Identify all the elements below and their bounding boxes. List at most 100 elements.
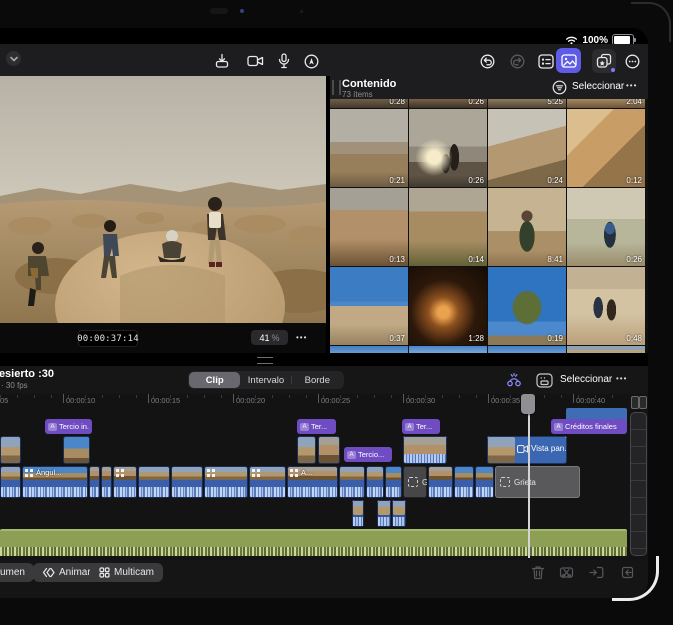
primary-storyline-clip[interactable]: G... [403, 466, 427, 498]
primary-storyline-clip[interactable] [204, 466, 248, 498]
tab-clip[interactable]: Clip [189, 372, 241, 388]
media-thumbnail[interactable]: 0:14 [409, 188, 487, 266]
undo-icon[interactable] [477, 51, 497, 71]
media-thumbnail[interactable]: 0:19 [488, 267, 566, 345]
trash-icon[interactable] [528, 562, 548, 582]
filter-icon[interactable] [552, 80, 567, 95]
insert-icon[interactable] [586, 562, 606, 582]
primary-storyline-clip[interactable] [138, 466, 170, 498]
connected-clip-below[interactable] [352, 500, 364, 527]
media-thumbnail[interactable] [409, 346, 487, 353]
media-thumbnail[interactable]: 8:41 [488, 188, 566, 266]
track-zoom-pill[interactable] [631, 396, 639, 409]
primary-storyline-clip[interactable] [385, 466, 402, 498]
media-thumbnail[interactable]: 0:48 [567, 267, 645, 345]
title-clip[interactable]: A Tercio... [344, 447, 392, 462]
track-overview[interactable] [630, 412, 647, 556]
thumbnail-duration: 2:04 [626, 99, 642, 106]
chevron-down-icon[interactable] [6, 51, 21, 66]
connections-icon[interactable] [505, 371, 523, 389]
primary-storyline-clip[interactable]: Grieta [495, 466, 580, 498]
video-viewer[interactable]: 00:00:37:14 41 % ••• [0, 76, 326, 353]
import-icon[interactable] [212, 51, 232, 71]
clip-thumbnail-strip [1, 467, 20, 480]
tab-borde[interactable]: Borde [290, 372, 343, 388]
primary-storyline-clip[interactable] [171, 466, 203, 498]
overlay-icon[interactable] [535, 371, 553, 389]
connected-clip-below[interactable] [392, 500, 406, 527]
primary-storyline-clip[interactable] [428, 466, 453, 498]
browser-more-icon[interactable]: ••• [626, 81, 637, 90]
connected-clip[interactable] [297, 436, 316, 464]
media-thumbnail[interactable]: 0:13 [330, 188, 408, 266]
connected-clip[interactable] [318, 436, 340, 464]
primary-storyline-clip[interactable] [0, 466, 21, 498]
more-icon[interactable] [622, 51, 642, 71]
media-browser-icon[interactable] [556, 48, 581, 73]
media-thumbnail[interactable]: 2:04 [567, 99, 645, 108]
primary-storyline-clip[interactable] [89, 466, 100, 498]
volume-button[interactable]: Volumen [0, 563, 34, 582]
camera-icon[interactable] [245, 51, 265, 71]
multicam-button[interactable]: Multicam [90, 563, 164, 582]
media-thumbnail[interactable]: 0:21 [330, 109, 408, 187]
clip-thumbnail-strip [102, 467, 111, 480]
timeline-area[interactable]: 05 00:00:10 00:00:15 00:00:20 00:00:25 00:00:… [0, 394, 648, 560]
primary-storyline-clip[interactable] [101, 466, 112, 498]
primary-storyline-clip[interactable] [113, 466, 137, 498]
media-thumbnail[interactable]: 0:12 [567, 109, 645, 187]
media-thumbnail[interactable] [567, 346, 645, 353]
viewer-more-icon[interactable]: ••• [296, 330, 307, 345]
media-thumbnail[interactable]: 1:28 [409, 267, 487, 345]
divider-drag-handle[interactable] [257, 357, 273, 364]
title-clip[interactable]: A Créditos finales [551, 419, 627, 434]
browser-item-count: 73 ítems [342, 90, 373, 99]
browser-select-button[interactable]: Seleccionar [572, 81, 624, 92]
title-badge-icon: A [347, 450, 356, 459]
media-thumbnail[interactable]: 0:24 [488, 109, 566, 187]
timeline-track-scroller[interactable] [630, 396, 647, 556]
primary-storyline-clip[interactable] [475, 466, 494, 498]
edit-mode-segmented-control: Clip Intervalo Borde [188, 371, 344, 389]
effects-icon[interactable] [592, 49, 616, 73]
clip-waveform [172, 487, 202, 497]
media-thumbnail[interactable]: 0:37 [330, 267, 408, 345]
connected-clip[interactable] [0, 436, 21, 464]
inspector-icon[interactable] [536, 51, 556, 71]
music-audio-clip[interactable] [0, 529, 627, 556]
redo-icon[interactable] [507, 51, 527, 71]
browser-header: Contenido 73 ítems Seleccionar ••• [330, 76, 648, 99]
panel-grip-icon[interactable] [332, 80, 341, 95]
media-thumbnail[interactable]: 0:28 [330, 99, 408, 108]
connected-clip-below[interactable] [377, 500, 391, 527]
primary-storyline-clip[interactable]: A... [287, 466, 338, 498]
clip-waveform [1, 487, 20, 497]
title-clip[interactable]: A Ter... [402, 419, 440, 434]
media-thumbnail[interactable]: 0:26 [409, 99, 487, 108]
cut-icon[interactable] [556, 562, 576, 582]
title-clip[interactable]: ATercio in... [45, 419, 92, 434]
connected-clip[interactable] [63, 436, 90, 464]
timecode-display[interactable]: 00:00:37:14 [77, 330, 139, 347]
connected-clip[interactable] [403, 436, 447, 464]
record-icon[interactable] [301, 51, 321, 71]
timeline-more-icon[interactable]: ••• [616, 374, 627, 383]
playhead-handle[interactable] [521, 394, 535, 414]
primary-storyline-clip[interactable] [249, 466, 286, 498]
mic-icon[interactable] [274, 51, 294, 71]
media-thumbnail[interactable]: 0:26 [409, 109, 487, 187]
zoom-level-control[interactable]: 41 % [251, 330, 288, 345]
connected-clip[interactable]: Vista pan... [487, 436, 567, 464]
primary-storyline-clip[interactable] [454, 466, 474, 498]
primary-storyline-clip[interactable] [366, 466, 384, 498]
media-thumbnail[interactable]: 0:26 [567, 188, 645, 266]
track-zoom-pill2[interactable] [639, 396, 647, 409]
primary-storyline-clip[interactable] [339, 466, 365, 498]
media-thumbnail[interactable]: 5:25 [488, 99, 566, 108]
primary-storyline-clip[interactable]: Ángul... [22, 466, 88, 498]
media-thumbnail[interactable] [488, 346, 566, 353]
tab-intervalo[interactable]: Intervalo [240, 372, 291, 388]
media-thumbnail[interactable] [330, 346, 408, 353]
title-clip[interactable]: A Ter... [297, 419, 336, 434]
timeline-select-button[interactable]: Seleccionar [560, 374, 612, 385]
